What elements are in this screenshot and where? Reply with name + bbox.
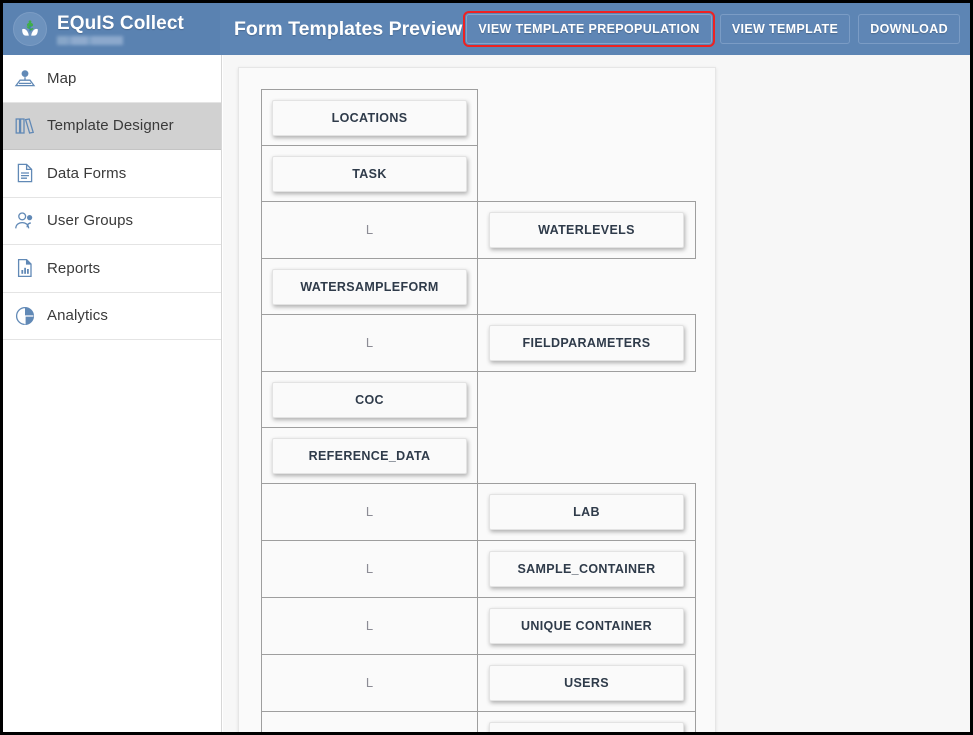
tree-cell-col2: UNIQUE CONTAINER (477, 597, 696, 655)
tree-elbow-connector-icon: L (365, 335, 374, 350)
tree-cell-col2: WATERLEVELS (477, 201, 696, 259)
report-chart-icon (3, 256, 47, 280)
app-header: EQuIS Collect Form Templates Preview VIE… (3, 3, 970, 55)
sidebar-item-user-groups[interactable]: User Groups (3, 197, 221, 245)
tree-node-button[interactable]: COC (272, 381, 467, 418)
brand-text: EQuIS Collect (57, 14, 184, 45)
view-template-button[interactable]: VIEW TEMPLATE (719, 14, 851, 44)
sidebar-item-label: Template Designer (47, 117, 174, 135)
equis-hands-plant-logo-icon (13, 12, 47, 46)
tree-node-button[interactable]: HISTORICAL VALUES (489, 722, 684, 732)
tree-cell-col1: L (261, 540, 478, 598)
tree-node-button[interactable]: UNIQUE CONTAINER (489, 608, 684, 644)
tree-row: L UNIQUE CONTAINER (261, 597, 696, 655)
tree-cell-col1: L (261, 314, 478, 372)
sidebar-item-map[interactable]: Map (3, 55, 221, 103)
tree-cell-col1: L (261, 483, 478, 541)
page-title: Form Templates Preview (234, 17, 463, 40)
tree-cell-col2: LAB (477, 483, 696, 541)
tree-elbow-connector-icon: L (365, 618, 374, 633)
application-window: EQuIS Collect Form Templates Preview VIE… (3, 3, 970, 732)
sidebar-item-label: User Groups (47, 212, 134, 230)
tree-cell-col1: WATERSAMPLEFORM (261, 258, 478, 315)
tree-row: LOCATIONS (261, 89, 696, 146)
form-template-tree-panel: LOCATIONS TASK L WATERLEVELS WATERSAMPLEFORM… (238, 67, 716, 732)
sidebar-item-label: Map (47, 69, 77, 87)
brand-zone: EQuIS Collect (3, 3, 220, 55)
sidebar-item-reports[interactable]: Reports (3, 245, 221, 293)
sidebar-navigation: Map Template Designer Data Forms User Gr… (3, 55, 222, 732)
tree-row: L HISTORICAL VALUES (261, 711, 696, 732)
tree-cell-col2: USERS (477, 654, 696, 712)
tree-row: REFERENCE_DATA (261, 427, 696, 484)
tree-row: L FIELDPARAMETERS (261, 314, 696, 372)
tree-elbow-connector-icon: L (262, 712, 477, 732)
tree-elbow-connector-icon: L (365, 504, 374, 519)
tree-node-button[interactable]: FIELDPARAMETERS (489, 325, 684, 361)
tree-cell-col2-empty (477, 371, 696, 428)
sidebar-item-label: Data Forms (47, 164, 127, 182)
main-content: LOCATIONS TASK L WATERLEVELS WATERSAMPLEFORM… (223, 55, 970, 732)
tree-cell-col2: HISTORICAL VALUES (477, 711, 696, 732)
form-template-tree-table: LOCATIONS TASK L WATERLEVELS WATERSAMPLEFORM… (261, 89, 696, 732)
tree-node-button[interactable]: REFERENCE_DATA (272, 437, 467, 474)
map-pin-icon (3, 66, 47, 90)
tree-row: TASK (261, 145, 696, 202)
tree-elbow-connector-icon: L (365, 222, 374, 237)
tree-cell-col2-empty (477, 89, 696, 146)
tree-cell-col1: L (261, 711, 478, 732)
tree-row: WATERSAMPLEFORM (261, 258, 696, 315)
brand-title: EQuIS Collect (57, 12, 184, 34)
tree-node-button[interactable]: WATERSAMPLEFORM (272, 268, 467, 305)
tree-row: L SAMPLE_CONTAINER (261, 540, 696, 598)
view-template-prepopulation-button[interactable]: VIEW TEMPLATE PREPOPULATION (463, 11, 715, 47)
tree-row: L LAB (261, 483, 696, 541)
tree-node-button[interactable]: SAMPLE_CONTAINER (489, 551, 684, 587)
brand-subtitle-redacted (57, 35, 123, 45)
tree-row: L WATERLEVELS (261, 201, 696, 259)
sidebar-item-template-designer[interactable]: Template Designer (3, 102, 221, 150)
tree-node-button[interactable]: LAB (489, 494, 684, 530)
tree-cell-col2: SAMPLE_CONTAINER (477, 540, 696, 598)
tree-cell-col2-empty (477, 427, 696, 484)
tree-node-button[interactable]: USERS (489, 665, 684, 701)
tree-cell-col1: TASK (261, 145, 478, 202)
tree-row: L USERS (261, 654, 696, 712)
tree-cell-col1: LOCATIONS (261, 89, 478, 146)
tree-node-button[interactable]: WATERLEVELS (489, 212, 684, 248)
tree-cell-col1: L (261, 654, 478, 712)
pie-chart-icon (3, 304, 47, 328)
tree-node-button[interactable]: TASK (272, 155, 467, 192)
tree-cell-col1: L (261, 201, 478, 259)
tree-elbow-connector-icon: L (365, 561, 374, 576)
sidebar-item-label: Reports (47, 259, 101, 277)
sidebar-item-label: Analytics (47, 307, 108, 325)
tree-cell-col2-empty (477, 258, 696, 315)
header-actions: VIEW TEMPLATE PREPOPULATION VIEW TEMPLAT… (462, 3, 970, 55)
sidebar-item-data-forms[interactable]: Data Forms (3, 150, 221, 198)
tree-cell-col1: L (261, 597, 478, 655)
tree-cell-col1: COC (261, 371, 478, 428)
books-icon (3, 114, 47, 138)
tree-cell-col2-empty (477, 145, 696, 202)
users-icon (3, 209, 47, 233)
sidebar-item-analytics[interactable]: Analytics (3, 292, 221, 340)
tree-elbow-connector-icon: L (365, 675, 374, 690)
tree-cell-col2: FIELDPARAMETERS (477, 314, 696, 372)
tree-node-button[interactable]: LOCATIONS (272, 99, 467, 136)
tree-row: COC (261, 371, 696, 428)
tree-cell-col1: REFERENCE_DATA (261, 427, 478, 484)
download-button[interactable]: DOWNLOAD (858, 14, 961, 44)
document-icon (3, 161, 47, 185)
